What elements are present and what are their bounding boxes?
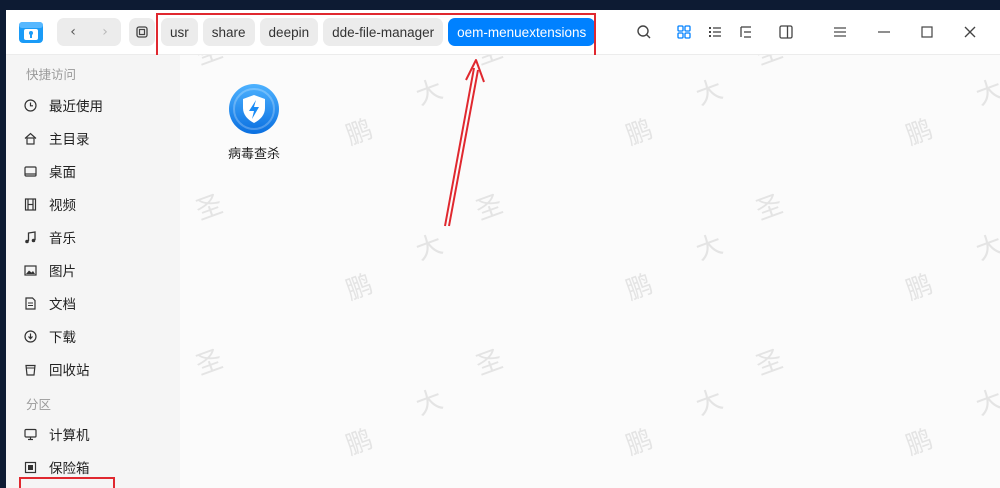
sidebar: 快捷访问 最近使用 主目录 桌面 视频 音乐 图片 文档 下载 回收站 分区 计… bbox=[6, 55, 180, 488]
tree-view-icon bbox=[740, 26, 751, 38]
close-button[interactable] bbox=[960, 22, 980, 42]
icon-view-button[interactable] bbox=[674, 22, 694, 42]
breadcrumb-item-deepin[interactable]: deepin bbox=[259, 18, 319, 46]
main-menu-button[interactable] bbox=[830, 22, 850, 42]
sidebar-item-pictures[interactable]: 图片 bbox=[20, 255, 170, 285]
chevron-right-icon: › bbox=[102, 24, 108, 40]
watermark: 圣 大 鹏 bbox=[180, 55, 1000, 462]
sidebar-item-label: 文档 bbox=[49, 297, 76, 313]
computer-icon bbox=[20, 424, 40, 444]
sidebar-item-label: 音乐 bbox=[49, 231, 76, 247]
sidebar-item-trash[interactable]: 回收站 bbox=[20, 354, 170, 384]
file-manager-window: ‹ › usr share deepin dde-file-manager oe… bbox=[6, 10, 1000, 488]
sidebar-panel-icon bbox=[779, 25, 793, 39]
sidebar-item-label: 主目录 bbox=[49, 132, 90, 148]
sidebar-item-label: 回收站 bbox=[49, 363, 90, 379]
list-view-button[interactable] bbox=[705, 22, 725, 42]
file-item[interactable]: 病毒查杀 bbox=[218, 83, 290, 173]
maximize-button[interactable] bbox=[917, 22, 937, 42]
close-icon bbox=[964, 26, 976, 38]
sidebar-item-videos[interactable]: 视频 bbox=[20, 189, 170, 219]
desktop-icon bbox=[20, 161, 40, 181]
navigation-buttons: ‹ › bbox=[57, 18, 121, 46]
music-icon bbox=[20, 227, 40, 247]
sidebar-item-computer[interactable]: 计算机 bbox=[20, 419, 170, 449]
sidebar-item-label: 视频 bbox=[49, 198, 76, 214]
document-icon bbox=[20, 293, 40, 313]
annotation-highlight-box-bottom bbox=[19, 477, 115, 488]
breadcrumb-item-dde-file-manager[interactable]: dde-file-manager bbox=[323, 18, 444, 46]
edit-location-icon bbox=[136, 26, 148, 38]
chevron-left-icon: ‹ bbox=[70, 24, 76, 40]
breadcrumb-item-share[interactable]: share bbox=[202, 18, 255, 46]
search-icon bbox=[637, 25, 651, 39]
tree-view-button[interactable] bbox=[736, 22, 756, 42]
sidebar-item-label: 桌面 bbox=[49, 165, 76, 181]
sidebar-item-desktop[interactable]: 桌面 bbox=[20, 156, 170, 186]
sidebar-item-downloads[interactable]: 下载 bbox=[20, 321, 170, 351]
back-button[interactable]: ‹ bbox=[57, 18, 89, 46]
sidebar-item-label: 下载 bbox=[49, 330, 76, 346]
file-content-area[interactable]: 圣 大 鹏 bbox=[180, 55, 1000, 488]
grid-view-icon bbox=[677, 25, 691, 39]
sidebar-item-recent[interactable]: 最近使用 bbox=[20, 90, 170, 120]
sidebar-item-home[interactable]: 主目录 bbox=[20, 123, 170, 153]
sidebar-item-music[interactable]: 音乐 bbox=[20, 222, 170, 252]
search-button[interactable] bbox=[634, 22, 654, 42]
location-edit-button[interactable] bbox=[129, 18, 155, 46]
minimize-icon bbox=[878, 31, 890, 33]
minimize-button[interactable] bbox=[874, 22, 894, 42]
list-view-icon bbox=[709, 27, 721, 37]
safe-icon bbox=[20, 457, 40, 477]
maximize-icon bbox=[921, 26, 933, 38]
sidebar-section-quick-access: 快捷访问 bbox=[26, 67, 77, 82]
download-icon bbox=[20, 326, 40, 346]
breadcrumb-item-oem-menuextensions[interactable]: oem-menuextensions bbox=[448, 18, 596, 46]
breadcrumb-item-usr[interactable]: usr bbox=[161, 18, 198, 46]
sidebar-section-partitions: 分区 bbox=[26, 397, 52, 412]
picture-icon bbox=[20, 260, 40, 280]
home-icon bbox=[20, 128, 40, 148]
app-logo-icon[interactable] bbox=[18, 19, 44, 45]
hamburger-menu-icon bbox=[834, 27, 846, 37]
clock-icon bbox=[20, 95, 40, 115]
titlebar: ‹ › usr share deepin dde-file-manager oe… bbox=[6, 10, 1000, 57]
file-name: 病毒查杀 bbox=[227, 147, 280, 162]
forward-button[interactable]: › bbox=[89, 18, 121, 46]
sidebar-item-documents[interactable]: 文档 bbox=[20, 288, 170, 318]
sidebar-item-label: 图片 bbox=[49, 264, 76, 280]
video-icon bbox=[20, 194, 40, 214]
detail-panel-button[interactable] bbox=[776, 22, 796, 42]
sidebar-item-label: 保险箱 bbox=[49, 461, 90, 477]
trash-icon bbox=[20, 359, 40, 379]
sidebar-item-label: 计算机 bbox=[49, 428, 90, 444]
sidebar-item-label: 最近使用 bbox=[49, 99, 103, 115]
antivirus-shield-icon bbox=[229, 84, 279, 134]
breadcrumb: usr share deepin dde-file-manager oem-me… bbox=[161, 18, 596, 46]
watermark-char: 圣 bbox=[192, 55, 227, 62]
